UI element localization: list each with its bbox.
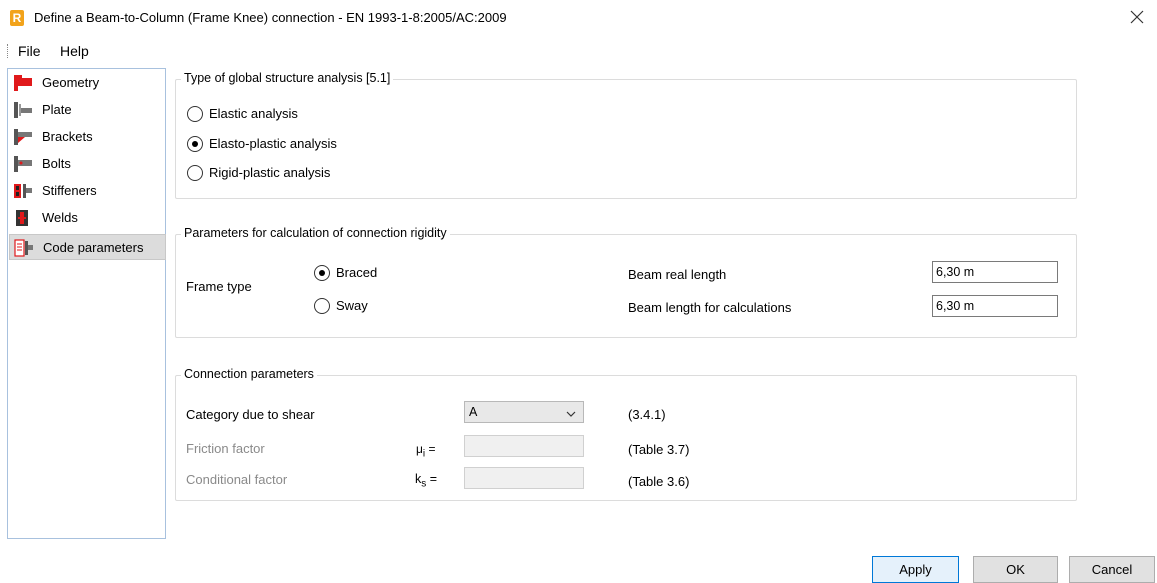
rigidity-parameters-group: Parameters for calculation of connection…	[175, 226, 1077, 338]
radio-button[interactable]	[314, 265, 330, 281]
menu-file[interactable]: File	[18, 43, 41, 59]
window-title: Define a Beam-to-Column (Frame Knee) con…	[34, 10, 507, 25]
sidebar-item-label: Brackets	[42, 129, 93, 144]
friction-factor-label: Friction factor	[186, 441, 265, 456]
stiffeners-icon	[13, 182, 33, 200]
friction-factor-input[interactable]	[464, 435, 584, 457]
category-shear-value: A	[469, 405, 478, 419]
analysis-type-title: Type of global structure analysis [5.1]	[181, 71, 394, 85]
brackets-icon	[13, 128, 33, 146]
conditional-factor-symbol: ks =	[415, 472, 438, 490]
radio-button[interactable]	[187, 136, 203, 152]
sidebar-item-plate[interactable]: Plate	[9, 97, 166, 123]
beam-real-length-label: Beam real length	[628, 267, 727, 282]
sidebar-item-label: Stiffeners	[42, 183, 97, 198]
close-icon[interactable]	[1127, 7, 1147, 27]
conditional-factor-ref: (Table 3.6)	[628, 474, 690, 489]
conditional-factor-label: Conditional factor	[186, 472, 288, 487]
rigidity-parameters-title: Parameters for calculation of connection…	[181, 226, 450, 240]
friction-factor-ref: (Table 3.7)	[628, 442, 690, 457]
sidebar-item-welds[interactable]: Welds	[9, 205, 166, 231]
sidebar-item-label: Plate	[42, 102, 72, 117]
radio-button[interactable]	[314, 298, 330, 314]
category-shear-select[interactable]: A	[464, 401, 584, 423]
sidebar-item-label: Welds	[42, 210, 78, 225]
geometry-icon	[13, 74, 33, 92]
sidebar-item-label: Code parameters	[43, 240, 144, 255]
sidebar-item-label: Geometry	[42, 75, 100, 90]
sidebar-item-stiffeners[interactable]: Stiffeners	[9, 178, 166, 204]
category-shear-label: Category due to shear	[186, 407, 315, 422]
analysis-type-group: Type of global structure analysis [5.1] …	[175, 71, 1077, 199]
menu-help[interactable]: Help	[60, 43, 89, 59]
apply-button[interactable]: Apply	[872, 556, 959, 583]
radio-button[interactable]	[187, 165, 203, 181]
welds-icon	[13, 209, 33, 227]
title-bar: R Define a Beam-to-Column (Frame Knee) c…	[0, 0, 1157, 38]
frame-type-label: Frame type	[186, 279, 252, 294]
friction-factor-symbol: μi =	[416, 442, 436, 460]
connection-parameters-title: Connection parameters	[181, 367, 317, 381]
sidebar-item-bolts[interactable]: Bolts	[9, 151, 166, 177]
connection-parameters-group: Connection parameters Category due to sh…	[175, 367, 1077, 501]
sidebar-item-brackets[interactable]: Brackets	[9, 124, 166, 150]
sidebar-item-geometry[interactable]: Geometry	[9, 70, 166, 96]
bolts-icon	[13, 155, 33, 173]
code-parameters-icon	[14, 239, 34, 257]
cancel-button[interactable]: Cancel	[1069, 556, 1155, 583]
plate-icon	[13, 101, 33, 119]
ok-button[interactable]: OK	[973, 556, 1058, 583]
app-logo-icon: R	[10, 10, 24, 26]
beam-calc-length-label: Beam length for calculations	[628, 300, 792, 315]
menu-bar: File Help	[0, 40, 400, 62]
chevron-down-icon	[565, 406, 577, 418]
sidebar-item-code-parameters[interactable]: Code parameters	[9, 234, 166, 260]
beam-real-length-input[interactable]: 6,30 m	[932, 261, 1058, 283]
menu-grip	[7, 44, 9, 58]
conditional-factor-input[interactable]	[464, 467, 584, 489]
beam-calc-length-input[interactable]: 6,30 m	[932, 295, 1058, 317]
sidebar-item-label: Bolts	[42, 156, 71, 171]
radio-button[interactable]	[187, 106, 203, 122]
category-shear-ref: (3.4.1)	[628, 407, 666, 422]
sidebar: Geometry Plate Brackets Bolts Stiffeners…	[7, 68, 166, 539]
